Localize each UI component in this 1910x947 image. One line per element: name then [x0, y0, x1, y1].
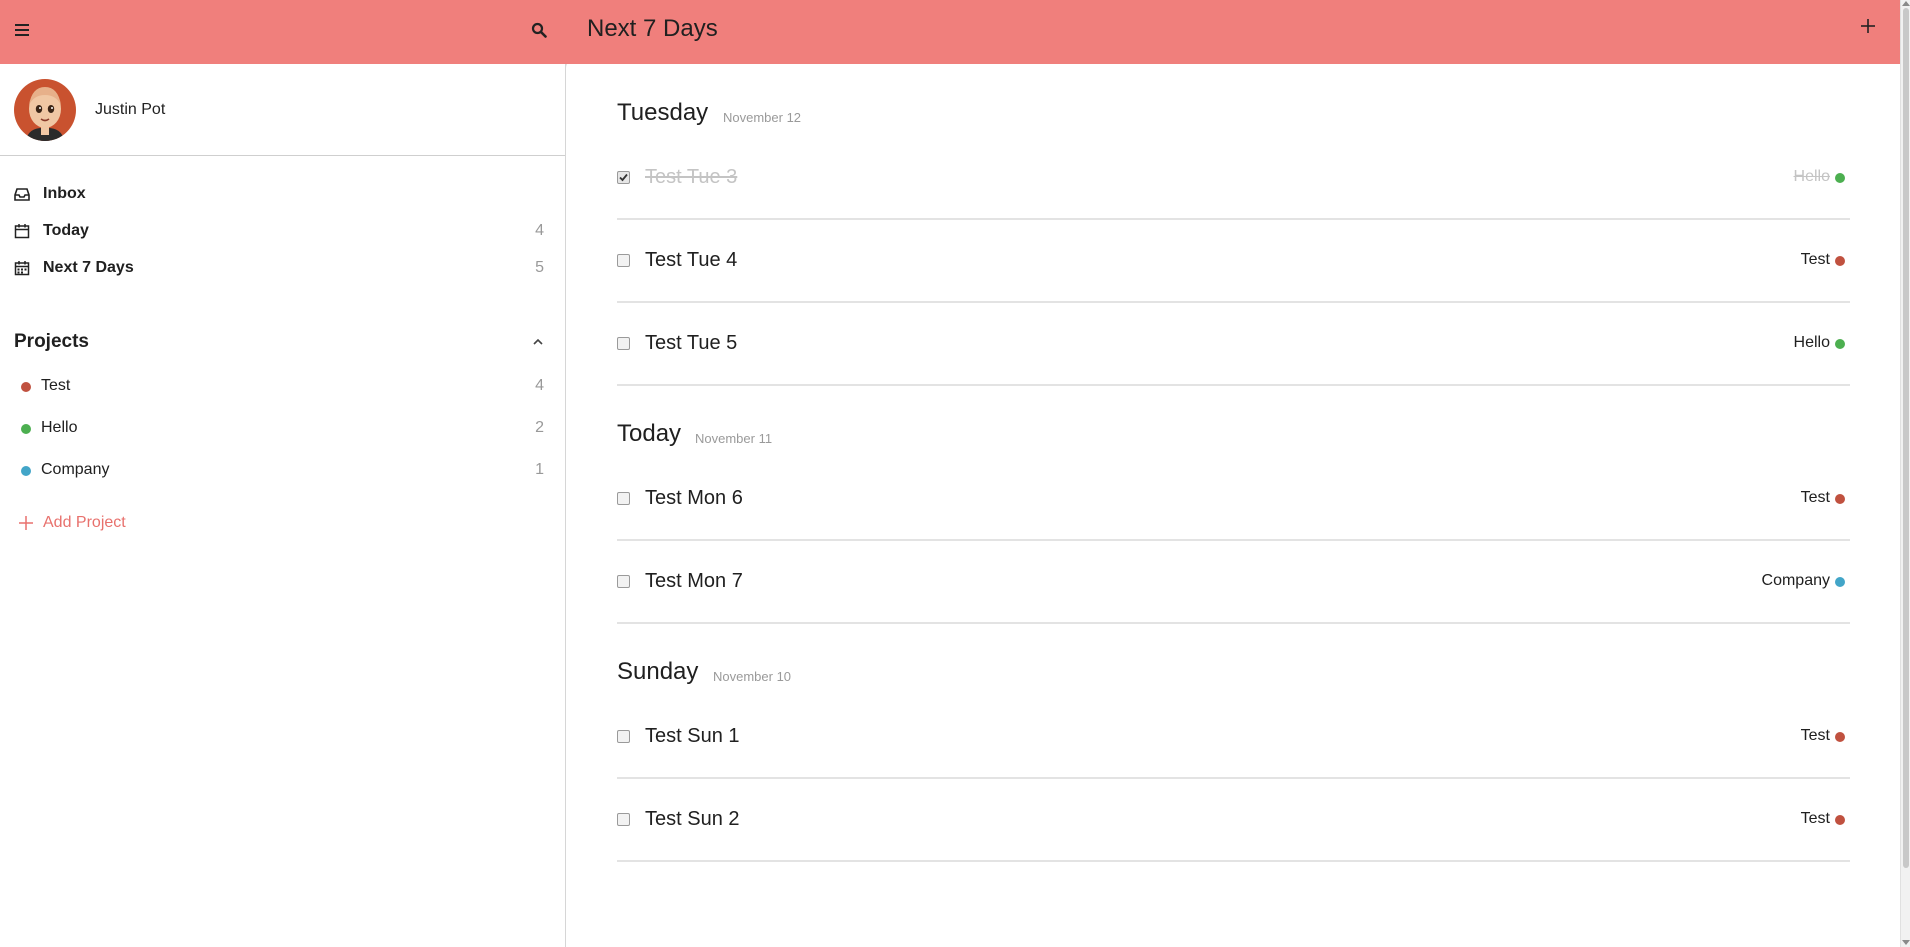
- hamburger-icon: [15, 24, 29, 36]
- task-checkbox[interactable]: [617, 730, 630, 743]
- task-title[interactable]: Test Tue 5: [645, 332, 737, 355]
- task-project-dot: [1835, 732, 1845, 742]
- nav-item-label: Today: [43, 222, 89, 239]
- day-name: Sunday: [617, 658, 699, 685]
- day-header: Tuesday November 12: [617, 97, 1850, 137]
- nav-item-count: 5: [535, 259, 544, 276]
- calendar-grid-icon: [14, 261, 30, 276]
- sidebar: Justin Pot Inbox Today 4 Next 7 Days 5 P…: [0, 64, 566, 947]
- day-header: Sunday November 10: [617, 624, 1850, 696]
- project-count: 4: [535, 377, 544, 394]
- task-project[interactable]: Hello: [1794, 168, 1830, 186]
- project-label: Hello: [41, 419, 78, 436]
- day-section: Sunday November 10 Test Sun 1 Test Test …: [617, 624, 1850, 862]
- task-project[interactable]: Test: [1801, 810, 1830, 828]
- task-title[interactable]: Test Tue 4: [645, 249, 737, 272]
- project-item-company[interactable]: Company 1: [0, 451, 565, 493]
- project-list: Test 4 Hello 2 Company 1: [0, 367, 565, 493]
- task-project[interactable]: Test: [1801, 489, 1830, 507]
- project-color-dot: [21, 466, 31, 476]
- task-title[interactable]: Test Mon 7: [645, 570, 743, 593]
- task-row[interactable]: Test Tue 3 Hello: [617, 137, 1850, 220]
- task-title[interactable]: Test Sun 1: [645, 725, 740, 748]
- day-date: November 12: [723, 110, 802, 125]
- task-checkbox[interactable]: [617, 254, 630, 267]
- nav-item-label: Next 7 Days: [43, 259, 134, 276]
- scrollbar[interactable]: [1900, 0, 1910, 947]
- task-checkbox[interactable]: [617, 813, 630, 826]
- checkmark-icon: [619, 173, 628, 182]
- scroll-down-arrow-icon[interactable]: [1902, 940, 1910, 945]
- plus-icon: [1861, 19, 1875, 33]
- project-count: 2: [535, 419, 544, 436]
- task-row[interactable]: Test Sun 1 Test: [617, 696, 1850, 779]
- search-icon: [531, 22, 547, 38]
- calendar-icon: [14, 224, 30, 239]
- nav-item-today[interactable]: Today 4: [0, 213, 565, 250]
- plus-icon: [19, 516, 33, 530]
- nav-item-label: Inbox: [43, 185, 86, 202]
- task-project-dot: [1835, 173, 1845, 183]
- add-project-label: Add Project: [43, 514, 126, 531]
- task-project-dot: [1835, 256, 1845, 266]
- avatar-image: [14, 79, 76, 141]
- task-row[interactable]: Test Mon 6 Test: [617, 458, 1850, 541]
- task-title[interactable]: Test Sun 2: [645, 808, 740, 831]
- project-count: 1: [535, 461, 544, 478]
- task-title[interactable]: Test Mon 6: [645, 487, 743, 510]
- top-bar: Next 7 Days: [0, 0, 1900, 64]
- day-name: Tuesday: [617, 99, 709, 126]
- task-project[interactable]: Hello: [1794, 334, 1830, 352]
- task-row[interactable]: Test Tue 5 Hello: [617, 303, 1850, 386]
- day-header: Today November 11: [617, 386, 1850, 458]
- nav-item-count: 4: [535, 222, 544, 239]
- task-title[interactable]: Test Tue 3: [645, 166, 737, 189]
- scrollbar-thumb[interactable]: [1903, 8, 1909, 868]
- day-name: Today: [617, 420, 682, 447]
- nav-item-inbox[interactable]: Inbox: [0, 176, 565, 213]
- search-button[interactable]: [527, 18, 551, 42]
- task-project-dot: [1835, 339, 1845, 349]
- menu-button[interactable]: [10, 18, 34, 42]
- task-checkbox[interactable]: [617, 337, 630, 350]
- task-project-dot: [1835, 577, 1845, 587]
- nav-list: Inbox Today 4 Next 7 Days 5: [0, 176, 565, 287]
- day-section: Tuesday November 12 Test Tue 3 Hello Tes…: [617, 97, 1850, 386]
- task-project[interactable]: Company: [1762, 572, 1830, 590]
- avatar[interactable]: [14, 79, 76, 141]
- task-project-dot: [1835, 815, 1845, 825]
- day-date: November 11: [695, 431, 773, 446]
- project-item-test[interactable]: Test 4: [0, 367, 565, 409]
- project-label: Company: [41, 461, 110, 478]
- user-name: Justin Pot: [95, 101, 166, 118]
- task-row[interactable]: Test Sun 2 Test: [617, 779, 1850, 862]
- project-item-hello[interactable]: Hello 2: [0, 409, 565, 451]
- projects-title: Projects: [14, 331, 89, 352]
- add-project-button[interactable]: Add Project: [0, 503, 565, 543]
- projects-header: Projects: [0, 327, 565, 367]
- day-section: Today November 11 Test Mon 6 Test Test M…: [617, 386, 1850, 624]
- task-project[interactable]: Test: [1801, 727, 1830, 745]
- task-checkbox[interactable]: [617, 171, 630, 184]
- user-profile[interactable]: Justin Pot: [0, 64, 565, 156]
- project-color-dot: [21, 382, 31, 392]
- task-checkbox[interactable]: [617, 575, 630, 588]
- task-row[interactable]: Test Mon 7 Company: [617, 541, 1850, 624]
- main-content: Tuesday November 12 Test Tue 3 Hello Tes…: [567, 64, 1900, 947]
- add-task-button[interactable]: [1856, 14, 1880, 38]
- day-date: November 10: [713, 669, 792, 684]
- project-label: Test: [41, 377, 71, 394]
- inbox-icon: [14, 188, 30, 201]
- scroll-up-arrow-icon[interactable]: [1902, 1, 1910, 6]
- chevron-up-icon[interactable]: [531, 335, 545, 349]
- page-title: Next 7 Days: [587, 15, 718, 42]
- app-root: Next 7 Days Justin Pot Inbox Today 4 Nex…: [0, 0, 1910, 947]
- task-project-dot: [1835, 494, 1845, 504]
- project-color-dot: [21, 424, 31, 434]
- task-checkbox[interactable]: [617, 492, 630, 505]
- nav-item-next-7-days[interactable]: Next 7 Days 5: [0, 250, 565, 287]
- task-row[interactable]: Test Tue 4 Test: [617, 220, 1850, 303]
- task-project[interactable]: Test: [1801, 251, 1830, 269]
